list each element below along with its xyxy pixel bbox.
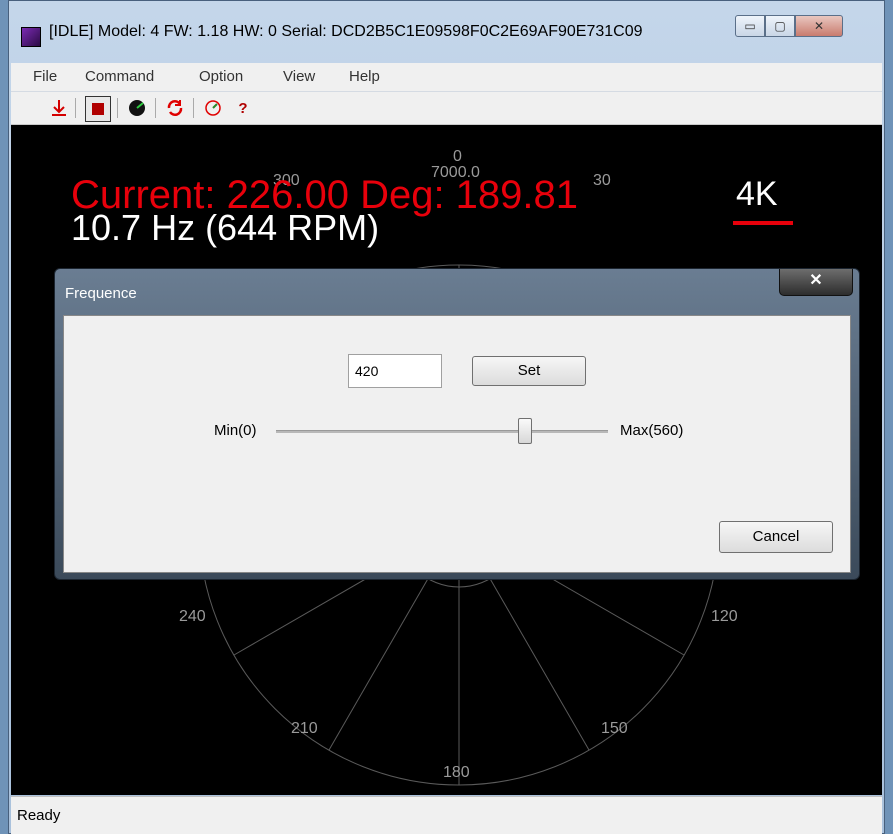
frequency-input[interactable] [348,354,442,388]
slider-max-label: Max(560) [620,422,684,439]
toolbar-separator [193,98,194,118]
toolbar-separator [75,98,76,118]
angle-label-0: 0 [453,148,462,165]
status-text: Ready [17,807,61,824]
cancel-button[interactable]: Cancel [719,521,833,553]
minimize-button[interactable]: ▭ [735,15,765,37]
speed-icon[interactable] [201,96,225,120]
menu-option[interactable]: Option [199,68,243,85]
quality-underline [733,221,793,225]
radar-icon[interactable] [125,96,149,120]
menu-command[interactable]: Command [85,68,154,85]
menu-help[interactable]: Help [349,68,380,85]
menu-view[interactable]: View [283,68,315,85]
app-icon [21,27,41,47]
stop-icon[interactable] [85,96,111,122]
download-icon[interactable] [47,96,71,120]
dialog-title: Frequence [65,285,137,302]
angle-label-240: 240 [179,608,206,625]
angle-label-120: 120 [711,608,738,625]
dialog-body: Set Min(0) Max(560) Cancel [63,315,851,573]
frequency-reading: 10.7 Hz (644 RPM) [71,207,380,248]
toolbar-separator [117,98,118,118]
help-icon[interactable]: ? [231,96,255,120]
set-button[interactable]: Set [472,356,586,386]
angle-label-210: 210 [291,720,318,737]
toolbar-separator [155,98,156,118]
slider-min-label: Min(0) [214,422,257,439]
menu-file[interactable]: File [33,68,57,85]
frequence-dialog: Frequence ✕ Set Min(0) Max(560) Cancel [54,268,860,580]
angle-label-180: 180 [443,764,470,781]
maximize-button[interactable]: ▢ [765,15,795,37]
menu-bar: File Command Option View Help [11,63,882,92]
title-bar[interactable]: [IDLE] Model: 4 FW: 1.18 HW: 0 Serial: D… [9,1,884,47]
status-bar: Ready [11,796,882,834]
window-title: [IDLE] Model: 4 FW: 1.18 HW: 0 Serial: D… [49,23,643,40]
refresh-icon[interactable] [163,96,187,120]
quality-indicator: 4K [736,175,778,213]
angle-label-150: 150 [601,720,628,737]
close-window-button[interactable]: ✕ [795,15,843,37]
frequency-slider-thumb[interactable] [518,418,532,444]
dialog-close-button[interactable]: ✕ [779,269,853,296]
toolbar: ? [11,92,882,125]
frequency-slider-track[interactable] [276,430,608,433]
angle-label-30: 30 [593,172,611,189]
